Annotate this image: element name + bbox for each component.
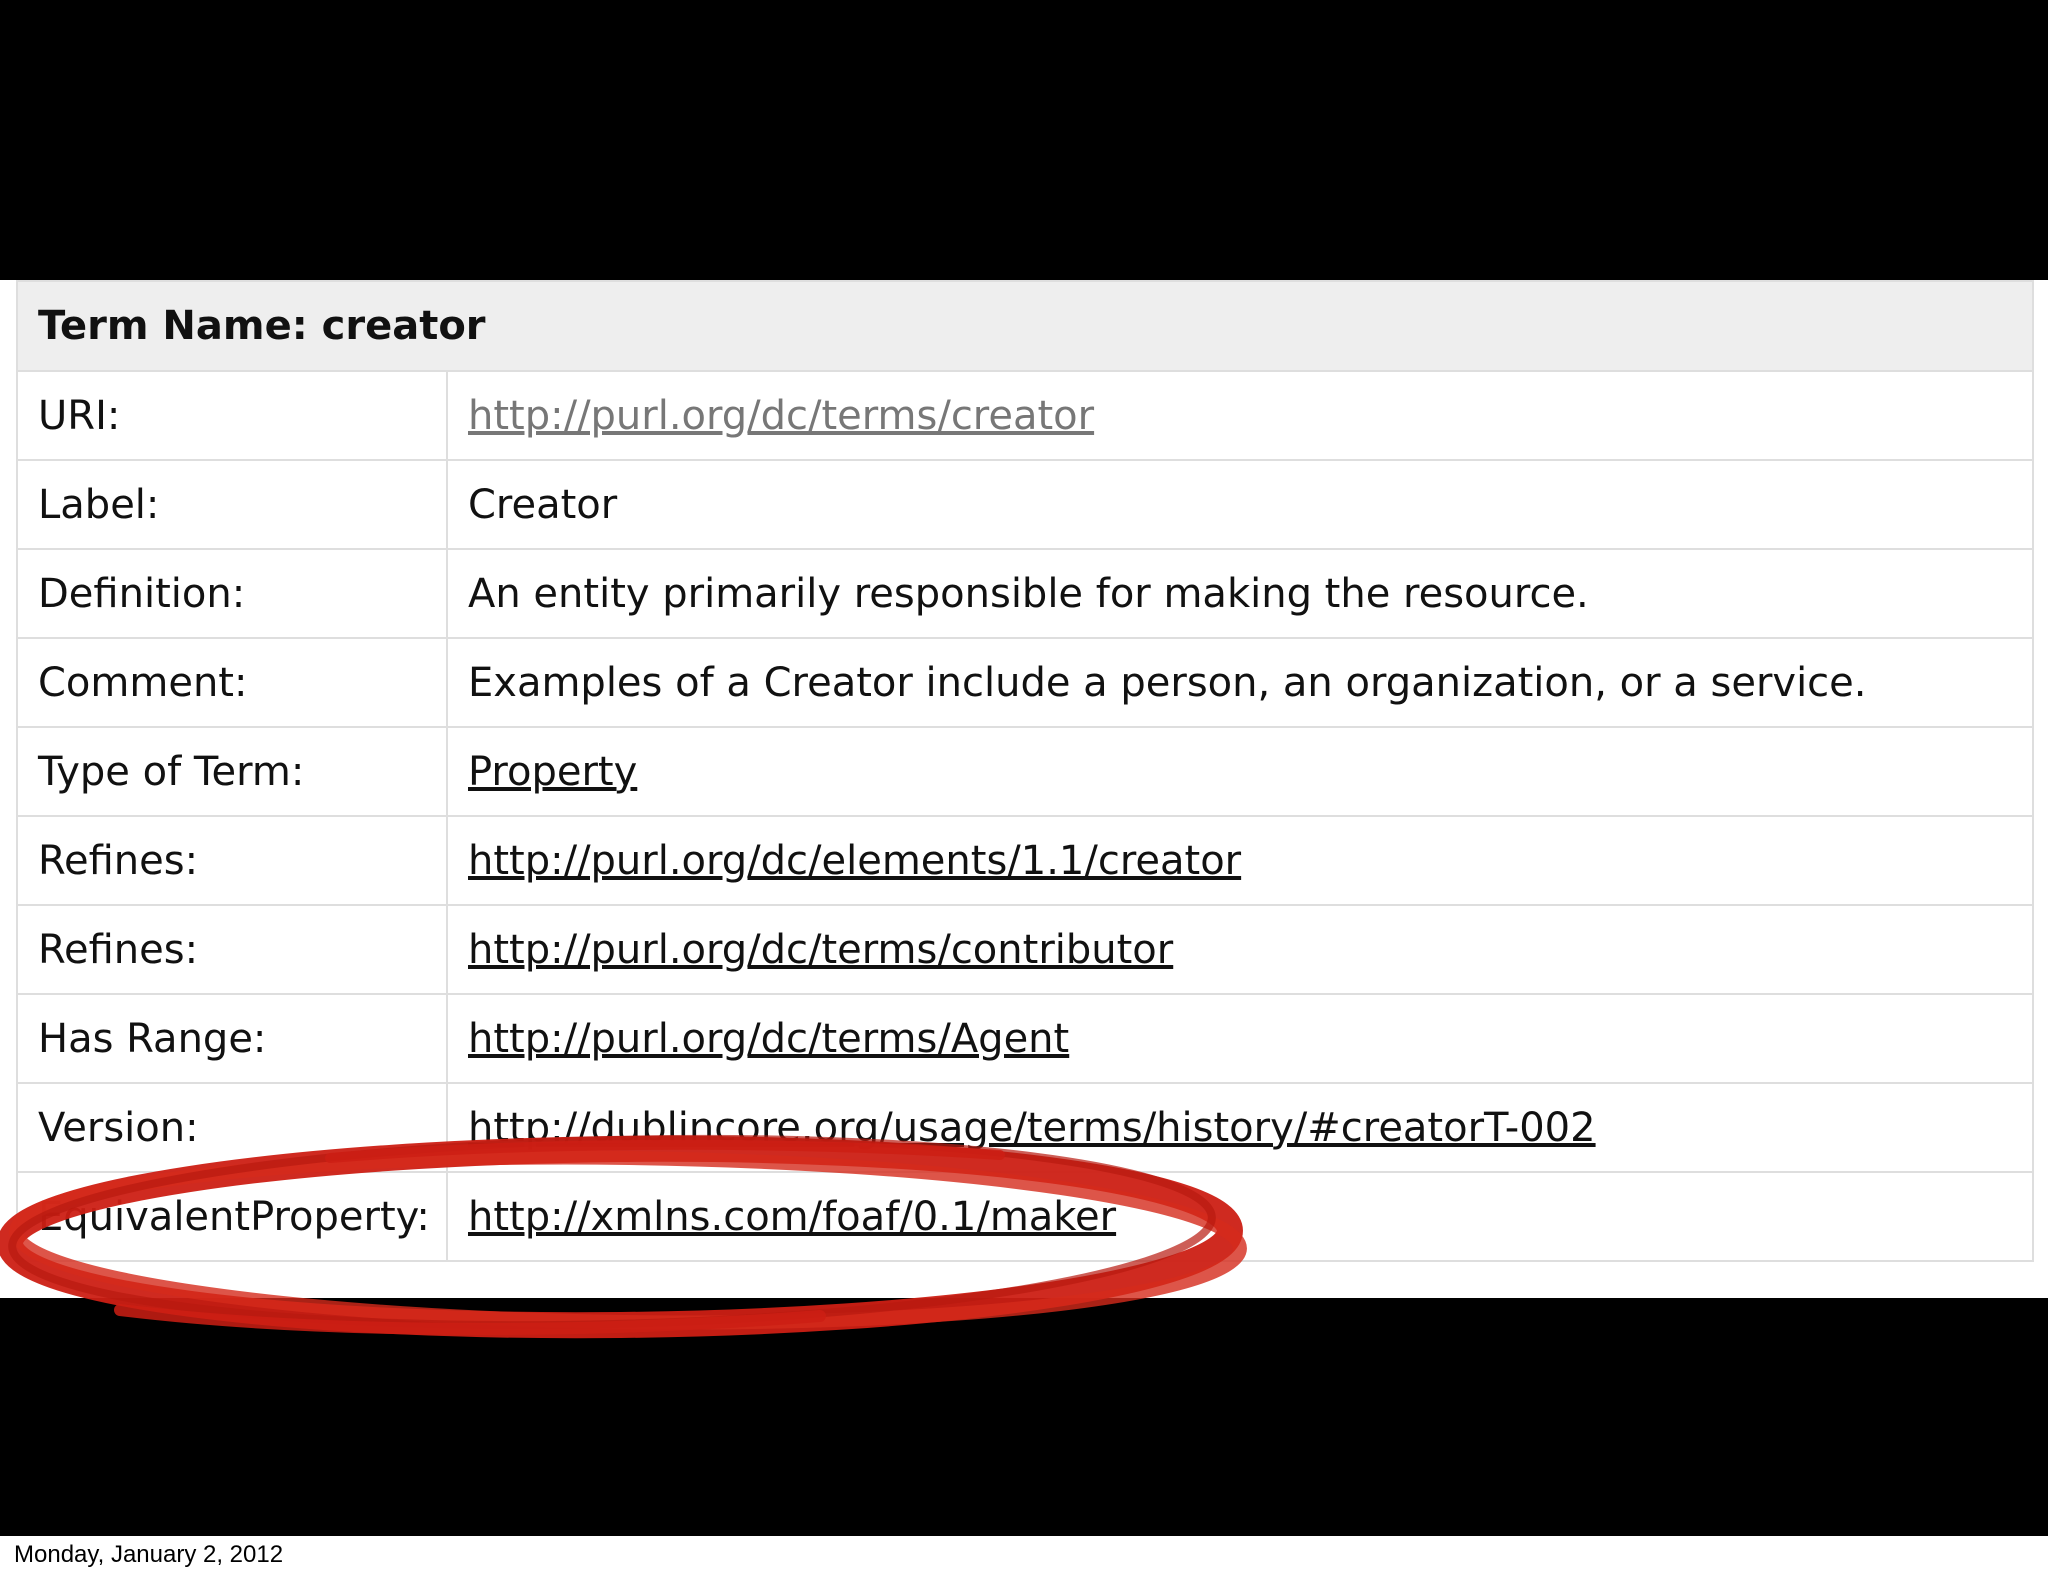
- row-label-type-of-term: Type of Term:: [16, 726, 448, 817]
- table-row: Refines: http://purl.org/dc/terms/contri…: [16, 904, 2034, 995]
- table-row: EquivalentProperty: http://xmlns.com/foa…: [16, 1171, 2034, 1262]
- table-header-row: Term Name: creator: [16, 280, 2034, 372]
- row-value-refines: http://purl.org/dc/terms/contributor: [446, 904, 2034, 995]
- row-label-label: Label:: [16, 459, 448, 550]
- table-row: Type of Term: Property: [16, 726, 2034, 817]
- row-label-refines: Refines:: [16, 815, 448, 906]
- foaf-maker-link[interactable]: http://xmlns.com/foaf/0.1/maker: [468, 1194, 1116, 1240]
- row-value-version: http://dublincore.org/usage/terms/histor…: [446, 1082, 2034, 1173]
- table-row: Comment: Examples of a Creator include a…: [16, 637, 2034, 728]
- row-value-equivalent-property: http://xmlns.com/foaf/0.1/maker: [446, 1171, 2034, 1262]
- row-label-comment: Comment:: [16, 637, 448, 728]
- row-label-uri: URI:: [16, 370, 448, 461]
- term-table-panel: Term Name: creator URI: http://purl.org/…: [0, 280, 2048, 1298]
- row-label-definition: Definition:: [16, 548, 448, 639]
- uri-link[interactable]: http://purl.org/dc/terms/creator: [468, 393, 1094, 439]
- row-value-definition: An entity primarily responsible for maki…: [446, 548, 2034, 639]
- term-definition-table: Term Name: creator URI: http://purl.org/…: [16, 280, 2034, 1262]
- agent-link[interactable]: http://purl.org/dc/terms/Agent: [468, 1016, 1069, 1062]
- row-value-type-of-term: Property: [446, 726, 2034, 817]
- refines-elements-creator-link[interactable]: http://purl.org/dc/elements/1.1/creator: [468, 838, 1241, 884]
- slide-date: Monday, January 2, 2012: [14, 1541, 284, 1568]
- table-row: URI: http://purl.org/dc/terms/creator: [16, 370, 2034, 461]
- row-value-comment: Examples of a Creator include a person, …: [446, 637, 2034, 728]
- row-value-refines: http://purl.org/dc/elements/1.1/creator: [446, 815, 2034, 906]
- table-row: Definition: An entity primarily responsi…: [16, 548, 2034, 639]
- table-row: Version: http://dublincore.org/usage/ter…: [16, 1082, 2034, 1173]
- table-row: Refines: http://purl.org/dc/elements/1.1…: [16, 815, 2034, 906]
- row-label-equivalent-property: EquivalentProperty:: [16, 1171, 448, 1262]
- row-value-label: Creator: [446, 459, 2034, 550]
- row-value-uri: http://purl.org/dc/terms/creator: [446, 370, 2034, 461]
- row-label-refines: Refines:: [16, 904, 448, 995]
- table-row: Has Range: http://purl.org/dc/terms/Agen…: [16, 993, 2034, 1084]
- term-name-header: Term Name: creator: [16, 280, 2034, 372]
- version-history-link[interactable]: http://dublincore.org/usage/terms/histor…: [468, 1105, 1596, 1151]
- row-value-has-range: http://purl.org/dc/terms/Agent: [446, 993, 2034, 1084]
- row-label-version: Version:: [16, 1082, 448, 1173]
- row-label-has-range: Has Range:: [16, 993, 448, 1084]
- property-link[interactable]: Property: [468, 749, 637, 795]
- table-row: Label: Creator: [16, 459, 2034, 550]
- refines-contributor-link[interactable]: http://purl.org/dc/terms/contributor: [468, 927, 1173, 973]
